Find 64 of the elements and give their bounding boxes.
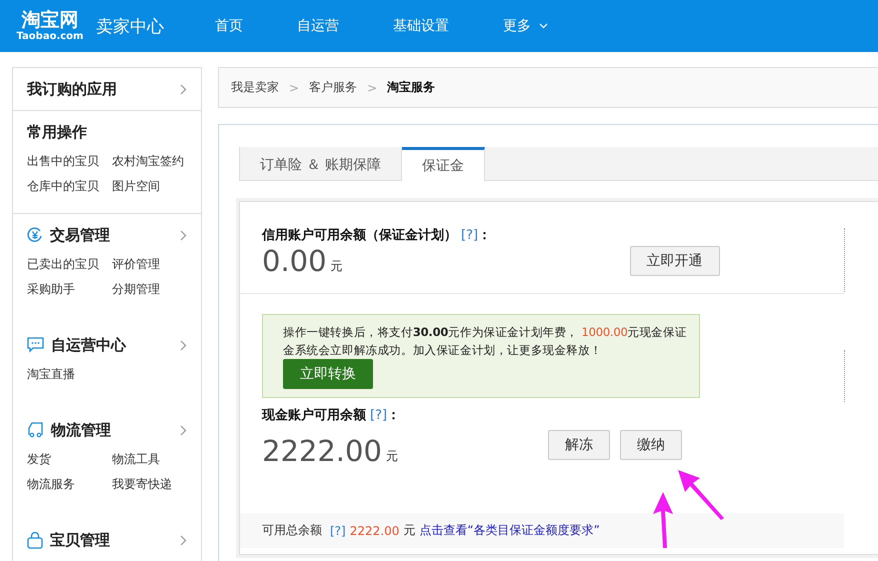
currency-unit: 元: [330, 258, 343, 275]
bag-icon: [27, 532, 43, 548]
action-button[interactable]: 解冻: [548, 430, 610, 460]
sidebar-link[interactable]: 淘宝直播: [27, 366, 112, 383]
logo-text: 淘宝网: [22, 9, 78, 31]
nav-item[interactable]: 基础设置: [366, 0, 476, 52]
total-balance-label: 可用总余额: [262, 522, 322, 539]
chevron-icon[interactable]: [180, 534, 187, 546]
activate-button[interactable]: 立即开通: [630, 246, 720, 276]
sidebar-link[interactable]: 发货: [27, 451, 112, 468]
action-button[interactable]: 缴纳: [620, 430, 682, 460]
credit-balance-label: 信用账户可用余额（保证金计划）: [262, 226, 457, 244]
nav-item[interactable]: 自运营: [270, 0, 366, 52]
sidebar-link[interactable]: 已卖出的宝贝: [27, 256, 112, 273]
breadcrumb-separator: >: [367, 80, 378, 94]
breadcrumb-link[interactable]: 我是卖家: [231, 79, 279, 96]
sidebar-link[interactable]: 出售中的宝贝: [27, 153, 112, 170]
arrow-icon: [652, 492, 674, 548]
breadcrumb-link[interactable]: 客户服务: [309, 79, 358, 96]
sidebar-link[interactable]: 仓库中的宝贝: [27, 178, 112, 195]
notice-text: 操作一键转换后，将支付30.00元作为保证金计划年费， 1000.00元现金保证金系统会立即解冻成功。加入保证金计划，让更多现金释放！: [283, 324, 688, 359]
section-title: 我订购的应用: [27, 80, 118, 98]
sidebar-link[interactable]: 农村淘宝签约: [112, 153, 197, 170]
truck-icon: [27, 422, 44, 438]
chevron-icon[interactable]: [180, 424, 187, 436]
yen-icon: [27, 227, 43, 243]
sidebar-link[interactable]: 物流工具: [112, 451, 197, 468]
section-title: 交易管理: [50, 226, 111, 244]
requirements-link[interactable]: 点击查看“各类目保证金额度要求”: [419, 522, 600, 539]
currency-unit: 元: [386, 448, 398, 465]
breadcrumb-separator: >: [289, 80, 300, 94]
currency-unit: 元: [403, 522, 416, 539]
colon: ：: [387, 407, 400, 424]
chevron-icon[interactable]: [180, 340, 187, 350]
nav-item[interactable]: 首页: [188, 0, 270, 52]
sidebar-link[interactable]: 采购助手: [27, 281, 112, 298]
cash-balance-label: 现金账户可用余额: [262, 406, 366, 424]
chevron-icon[interactable]: [180, 230, 187, 240]
chat-icon: [27, 337, 44, 353]
colon: ：: [478, 227, 492, 244]
logo-domain: Taobao.com: [16, 31, 84, 43]
breadcrumb-link[interactable]: 淘宝服务: [387, 79, 436, 96]
section-title: 常用操作: [27, 122, 88, 142]
section-title: 物流管理: [51, 420, 112, 440]
caret-icon: [539, 23, 548, 29]
tab[interactable]: 保证金: [402, 147, 485, 181]
help-link[interactable]: [?]: [461, 228, 478, 243]
total-amount: 2222.00: [350, 524, 400, 538]
credit-amount: 0.00: [262, 244, 327, 278]
arrow-icon: [678, 470, 724, 520]
help-link[interactable]: [?]: [370, 408, 388, 423]
convert-button[interactable]: 立即转换: [283, 359, 373, 389]
help-link[interactable]: [?]: [330, 524, 346, 538]
chevron-icon[interactable]: [180, 84, 187, 94]
sidebar-link[interactable]: 我要寄快递: [112, 476, 197, 493]
section-title: 宝贝管理: [50, 530, 111, 550]
sidebar-link[interactable]: 评价管理: [112, 256, 197, 273]
sidebar-link[interactable]: 图片空间: [112, 178, 197, 195]
cash-amount: 2222.00: [262, 434, 382, 468]
sidebar-link[interactable]: 分期管理: [112, 281, 197, 298]
section-title: 自运营中心: [51, 336, 128, 354]
nav-item[interactable]: 更多: [476, 0, 575, 52]
sidebar-link[interactable]: 物流服务: [27, 476, 112, 493]
site-title: 卖家中心: [96, 16, 164, 38]
